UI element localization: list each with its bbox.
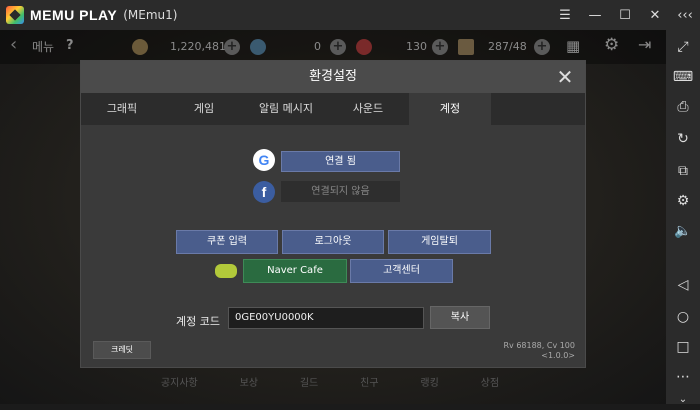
gold-amount: 1,220,481 [170,40,226,53]
tab-notifications[interactable]: 알림 메시지 [245,93,327,125]
menu-label[interactable]: 메뉴 [32,38,54,55]
gold-add-button[interactable]: + [224,39,240,55]
version-build: Rv 68188, Cv 100 [503,341,575,350]
gamepad-icon [215,264,237,278]
inventory-add-button[interactable]: + [534,39,550,55]
scroll-icon [458,39,474,55]
stamina-add-button[interactable]: + [432,39,448,55]
copy-button[interactable]: 복사 [430,306,490,329]
tab-graphics[interactable]: 그래픽 [81,93,163,125]
facebook-icon: f [253,181,275,203]
ruby-icon [356,39,372,55]
google-icon: G [253,149,275,171]
map-icon[interactable]: ▦ [566,37,580,55]
fullscreen-icon[interactable]: ⤢ [666,36,700,58]
close-icon[interactable]: ✕ [640,8,670,23]
nav-reward[interactable]: 보상 [240,374,258,404]
emulator-window: MEMU PLAY (MEmu1) ☰ — ☐ ✕ ‹‹‹ ‹ 메뉴 ? 1,2… [0,0,700,405]
home-nav-icon[interactable]: ○ [666,306,700,328]
window-controls: ☰ — ☐ ✕ ‹‹‹ [550,0,700,30]
gem-add-button[interactable]: + [330,39,346,55]
nav-notice[interactable]: 공지사항 [161,374,198,404]
version-number: <1.0.0> [541,351,575,360]
gem-amount: 0 [314,40,321,53]
dialog-title: 환경설정 [309,69,357,84]
settings-tabs: 그래픽 게임 알림 메시지 사운드 계정 [81,93,585,125]
tab-account[interactable]: 계정 [409,93,491,125]
settings-icon[interactable]: ⚙ [666,190,700,212]
account-code-label: 계정 코드 [176,315,220,328]
dialog-header: 환경설정 ✕ [81,61,585,93]
inventory-count: 287/48 [488,40,527,53]
account-code-field[interactable]: 0GE00YU0000K [228,307,424,329]
exit-icon[interactable]: ⇥ [638,35,651,54]
volume-icon[interactable]: 🔈 [666,220,700,242]
apk-install-icon[interactable]: ⎙ [666,96,700,118]
app-name: MEMU PLAY [30,7,118,23]
tab-sound[interactable]: 사운드 [327,93,409,125]
nav-ranking[interactable]: 랭킹 [420,374,438,404]
logout-button[interactable]: 로그아웃 [282,230,384,254]
nav-friends[interactable]: 친구 [360,374,378,404]
facebook-link-button[interactable]: 연결되지 않음 [281,181,400,202]
settings-gear-icon[interactable]: ⚙ [604,35,619,55]
gold-icon [132,39,148,55]
minimize-icon[interactable]: — [580,8,610,23]
more-icon[interactable]: ⋯ [666,366,700,388]
memu-logo-icon [6,6,24,24]
rotate-icon[interactable]: ↻ [666,128,700,150]
multi-window-icon[interactable]: ⧉ [666,160,700,182]
google-link-button[interactable]: 연결 됨 [281,151,400,172]
tab-game[interactable]: 게임 [163,93,245,125]
support-button[interactable]: 고객센터 [350,259,453,283]
settings-dialog: 환경설정 ✕ 그래픽 게임 알림 메시지 사운드 계정 G 연결 됨 f 연결되… [80,60,586,368]
dialog-close-icon[interactable]: ✕ [555,61,575,93]
recent-apps-icon[interactable]: □ [666,336,700,358]
naver-cafe-button[interactable]: Naver Cafe [243,259,347,283]
back-icon[interactable]: ‹ [10,34,17,55]
game-topbar: ‹ 메뉴 ? 1,220,481 + 0 + 130 + 287/48 + ▦ … [0,30,666,64]
collapse-icon[interactable]: ‹‹‹ [670,8,700,23]
withdraw-button[interactable]: 게임탈퇴 [388,230,491,254]
version-info: Rv 68188, Cv 100 <1.0.0> [503,341,575,361]
coupon-button[interactable]: 쿠폰 입력 [176,230,278,254]
bottom-nav: 공지사항 보상 길드 친구 랭킹 상점 [140,374,520,404]
nav-guild[interactable]: 길드 [300,374,318,404]
help-icon[interactable]: ? [66,38,74,53]
keyboard-icon[interactable]: ⌨ [666,66,700,88]
title-bar: MEMU PLAY (MEmu1) ☰ — ☐ ✕ ‹‹‹ [0,0,700,30]
scroll-down-icon[interactable]: ⌄ [666,388,700,410]
stamina-amount: 130 [406,40,427,53]
maximize-icon[interactable]: ☐ [610,8,640,23]
gem-icon [250,39,266,55]
emulator-sidebar: ⤢ ⌨ ⎙ ↻ ⧉ ⚙ 🔈 ◁ ○ □ ⋯ ⌄ [666,30,700,405]
instance-name: (MEmu1) [123,8,178,22]
nav-shop[interactable]: 상점 [481,374,499,404]
credits-button[interactable]: 크레딧 [93,341,151,359]
menu-icon[interactable]: ☰ [550,8,580,23]
back-nav-icon[interactable]: ◁ [666,274,700,296]
